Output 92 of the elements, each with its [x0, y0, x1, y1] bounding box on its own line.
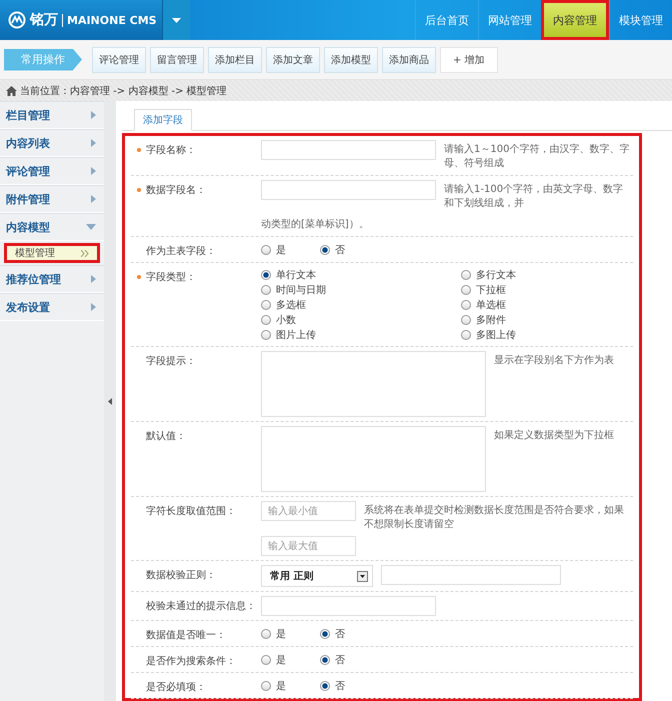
radio-button[interactable] [461, 300, 471, 310]
radio-label: 是 [276, 654, 286, 667]
field-hint: 请输入1～100个字符，由汉字、数字、字母、符号组成 [444, 142, 630, 171]
radio-button[interactable] [261, 315, 271, 325]
radio-button[interactable] [320, 655, 330, 665]
caret-right-icon [91, 167, 96, 175]
radio-label: 小数 [276, 314, 296, 327]
radio-button[interactable] [461, 330, 471, 340]
radio-button[interactable] [261, 270, 271, 280]
field-label: 数据校验正则： [146, 568, 216, 582]
min-value-input[interactable]: 输入最小值 [261, 501, 356, 521]
radio-label: 时间与日期 [276, 284, 326, 297]
radio-label: 否 [335, 628, 345, 641]
field-label: 校验未通过的提示信息： [146, 600, 256, 613]
radio-label: 图片上传 [276, 328, 316, 342]
radio-label: 多附件 [476, 314, 506, 327]
field-label: 字符长度取值范围： [146, 504, 236, 518]
text-input[interactable] [261, 596, 436, 616]
radio-button[interactable] [461, 285, 471, 295]
field-label: 字段类型： [146, 270, 196, 284]
double-chevron-icon [81, 250, 89, 256]
brand-name: 铭万 [30, 11, 58, 29]
regex-input[interactable] [381, 565, 561, 585]
radio-label: 是 [276, 680, 286, 693]
radio-label: 下拉框 [476, 284, 506, 297]
field-label: 字段名称： [146, 144, 196, 157]
radio-button[interactable] [261, 300, 271, 310]
radio-button[interactable] [461, 270, 471, 280]
caret-right-icon [91, 195, 96, 203]
shortcut-button[interactable]: 添加商品 [382, 46, 436, 72]
add-shortcut-button[interactable]: + 增加 [440, 46, 498, 72]
radio-button[interactable] [261, 681, 271, 691]
text-input[interactable] [261, 180, 436, 200]
textarea-field[interactable] [261, 426, 486, 492]
radio-button[interactable] [261, 330, 271, 340]
radio-label: 多选框 [276, 298, 306, 312]
caret-right-icon [91, 139, 96, 147]
field-hint: 显示在字段别名下方作为表 [494, 354, 614, 368]
radio-button[interactable] [261, 245, 271, 255]
nav-tab[interactable]: 内容管理 [541, 0, 609, 40]
sidebar-subitem[interactable]: 模型管理 [4, 243, 100, 263]
form-tab[interactable]: 添加字段 [134, 109, 192, 131]
radio-label: 多行文本 [476, 268, 516, 282]
caret-right-icon [91, 303, 96, 311]
breadcrumb: 当前位置：内容管理 -> 内容模型 -> 模型管理 [20, 84, 227, 98]
radio-label: 是 [276, 244, 286, 257]
field-label: 字段提示： [146, 354, 196, 368]
product-name: MAINONE CMS [62, 14, 157, 26]
caret-right-icon [91, 275, 96, 283]
shortcut-button[interactable]: 评论管理 [92, 46, 146, 72]
field-label: 数据字段名： [146, 184, 206, 197]
menu-dropdown-button[interactable] [162, 0, 190, 40]
radio-label: 否 [335, 654, 345, 667]
field-label: 作为主表字段： [146, 244, 216, 258]
radio-button[interactable] [261, 655, 271, 665]
sidebar-toggle[interactable] [104, 101, 116, 701]
radio-label: 是 [276, 628, 286, 641]
field-label: 是否必填项： [146, 680, 206, 694]
collapse-left-icon [108, 398, 112, 404]
text-input[interactable] [261, 140, 436, 160]
radio-button[interactable] [320, 245, 330, 255]
field-hint: 如果定义数据类型为下拉框 [494, 428, 614, 443]
radio-button[interactable] [261, 285, 271, 295]
radio-label: 否 [335, 680, 345, 693]
field-hint: 系统将在表单提交时检测数据长度范围是否符合要求，如果不想限制长度请留空 [364, 504, 625, 532]
field-label: 数据值是否唯一： [146, 628, 226, 642]
radio-label: 单行文本 [276, 268, 316, 282]
regex-select[interactable]: 常用 正则 [261, 565, 373, 587]
dropdown-icon [357, 570, 368, 582]
logo-icon [8, 11, 26, 29]
radio-button[interactable] [320, 681, 330, 691]
caret-down-icon [172, 18, 181, 22]
field-hint: 请输入1-100个字符，由英文字母、数字和下划线组成，并 [444, 182, 624, 211]
radio-label: 否 [335, 244, 345, 257]
radio-button[interactable] [461, 315, 471, 325]
radio-label: 单选框 [476, 298, 506, 312]
caret-right-icon [91, 111, 96, 119]
shortcut-button[interactable]: 留言管理 [150, 46, 204, 72]
field-hint: 动类型的[菜单标识]）。 [261, 218, 370, 232]
shortcut-button[interactable]: 添加栏目 [208, 46, 262, 72]
radio-label: 多图上传 [476, 328, 516, 342]
radio-button[interactable] [320, 629, 330, 639]
max-value-input[interactable]: 输入最大值 [261, 536, 356, 556]
field-label: 默认值： [146, 430, 186, 443]
shortcut-button[interactable]: 添加文章 [266, 46, 320, 72]
shortcut-button[interactable]: 添加模型 [324, 46, 378, 72]
home-icon [6, 86, 17, 96]
radio-button[interactable] [261, 629, 271, 639]
toolbar-title: 常用操作 [4, 48, 82, 70]
textarea-field[interactable] [261, 351, 486, 417]
caret-down-icon [86, 224, 96, 230]
field-label: 是否作为搜索条件： [146, 654, 236, 668]
